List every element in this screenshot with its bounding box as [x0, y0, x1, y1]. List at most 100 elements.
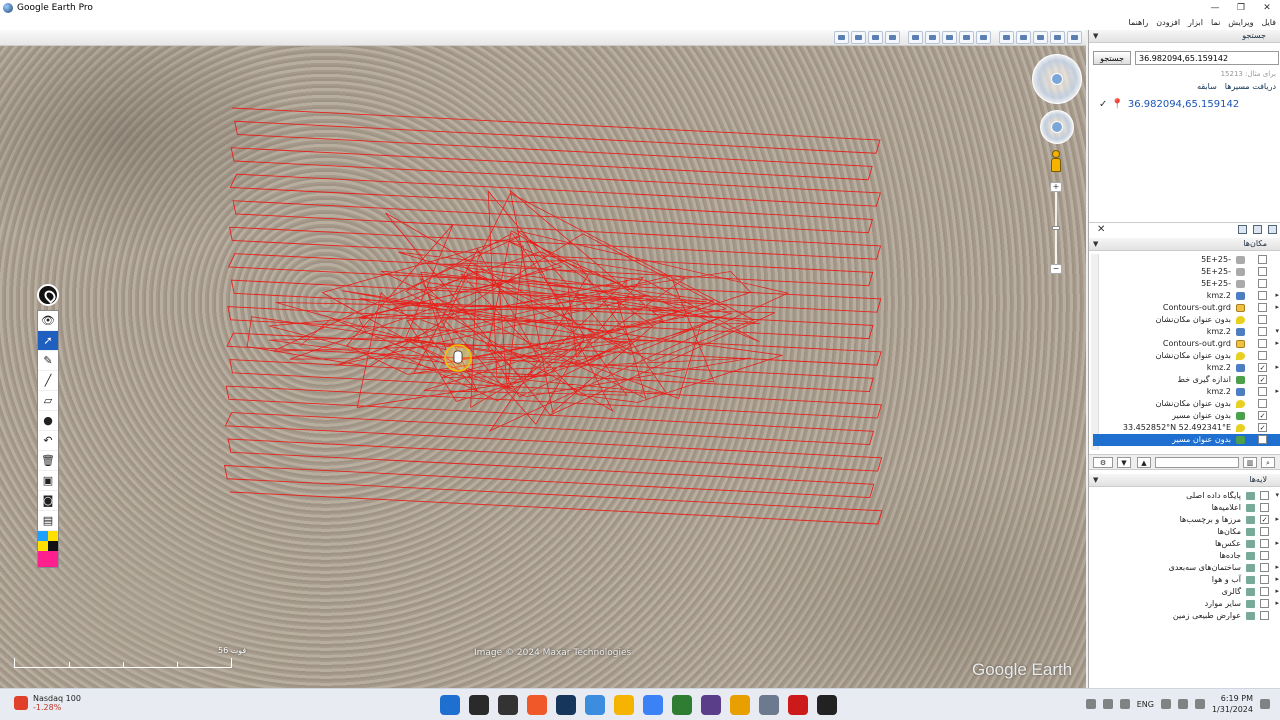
places-item-checkbox[interactable] — [1258, 351, 1267, 360]
move-control[interactable] — [1040, 110, 1074, 144]
look-control[interactable] — [1032, 54, 1082, 104]
expand-icon[interactable]: ▸ — [1275, 575, 1279, 583]
menu-edit[interactable]: ویرایش — [1228, 16, 1253, 30]
palette-pin-icon[interactable] — [37, 284, 59, 306]
pointer-icon[interactable]: ➚ — [38, 331, 58, 351]
layer-checkbox[interactable] — [1260, 563, 1269, 572]
email-icon[interactable] — [1016, 31, 1031, 44]
places-item-checkbox[interactable]: ✓ — [1258, 411, 1267, 420]
places-item-checkbox[interactable] — [1258, 279, 1267, 288]
sunlight-icon[interactable] — [959, 31, 974, 44]
notifications-icon[interactable] — [1260, 699, 1270, 709]
search-input[interactable] — [1135, 51, 1279, 65]
undo-icon[interactable]: ↶ — [38, 431, 58, 451]
places-item-checkbox[interactable]: ✓ — [1258, 423, 1267, 432]
history-link[interactable]: سابقه — [1197, 82, 1217, 91]
add-placemark-icon[interactable] — [851, 31, 866, 44]
menu-tools[interactable]: ابزار — [1188, 16, 1203, 30]
menu-add[interactable]: افزودن — [1156, 16, 1180, 30]
places-tree-item[interactable]: Contours-out.grd ▸ — [1093, 338, 1280, 350]
collapse-layers-icon[interactable]: ▼ — [1093, 476, 1098, 484]
taskbar-app-icon[interactable] — [614, 695, 634, 715]
layer-item[interactable]: مکان‌ها — [1093, 526, 1280, 538]
taskbar-app-icon[interactable] — [440, 695, 460, 715]
layer-item[interactable]: سایر موارد ▸ — [1093, 598, 1280, 610]
expand-icon[interactable]: ▸ — [1275, 387, 1279, 395]
save-image-icon[interactable] — [1050, 31, 1065, 44]
color-swatches[interactable] — [38, 531, 58, 567]
language-indicator[interactable]: ENG — [1137, 700, 1154, 709]
taskbar-app-icon[interactable] — [527, 695, 547, 715]
places-tree-item[interactable]: kmz.2 ✓ ▸ — [1093, 362, 1280, 374]
close-search-results-icon[interactable]: ✕ — [1097, 224, 1105, 235]
taskbar-app-icon[interactable] — [730, 695, 750, 715]
expand-icon[interactable]: ▸ — [1275, 303, 1279, 311]
layer-checkbox[interactable] — [1260, 491, 1269, 500]
wifi-icon[interactable] — [1160, 699, 1171, 709]
volume-icon[interactable] — [1177, 699, 1188, 709]
places-item-checkbox[interactable] — [1258, 399, 1267, 408]
print-icon[interactable] — [1033, 31, 1048, 44]
move-down-icon[interactable]: ▼ — [1117, 457, 1131, 468]
collapse-places-icon[interactable]: ▼ — [1093, 240, 1098, 248]
layer-item[interactable]: عوارض طبیعی زمین — [1093, 610, 1280, 622]
zoom-slider[interactable]: + − — [1050, 182, 1062, 274]
layer-item[interactable]: آب و هوا ▸ — [1093, 574, 1280, 586]
layer-item[interactable]: جاده‌ها — [1093, 550, 1280, 562]
menu-view[interactable]: نما — [1211, 16, 1220, 30]
taskbar-app-icon[interactable] — [498, 695, 518, 715]
minimize-button[interactable]: — — [1202, 0, 1228, 16]
places-tree-item[interactable]: Contours-out.grd ▸ — [1093, 302, 1280, 314]
menu-help[interactable]: راهنما — [1129, 16, 1149, 30]
battery-icon[interactable] — [1194, 699, 1205, 709]
layer-item[interactable]: گالری ▸ — [1093, 586, 1280, 598]
taskbar-app-icon[interactable] — [672, 695, 692, 715]
expand-icon[interactable]: ▸ — [1275, 515, 1279, 523]
add-polygon-icon[interactable] — [868, 31, 883, 44]
clipboard-icon[interactable]: ▤ — [38, 511, 58, 531]
places-tree-item[interactable]: بدون عنوان مکان‌نشان — [1093, 350, 1280, 362]
places-tree-item[interactable]: بدون عنوان مکان‌نشان — [1093, 314, 1280, 326]
add-path-icon[interactable] — [885, 31, 900, 44]
ruler-icon[interactable] — [999, 31, 1014, 44]
taskbar-app-icon[interactable] — [643, 695, 663, 715]
camera-icon[interactable]: ◙ — [38, 491, 58, 511]
places-tree-item[interactable]: kmz.2 ▾ — [1093, 326, 1280, 338]
layer-checkbox[interactable] — [1260, 527, 1269, 536]
layer-item[interactable]: ساختمان‌های سه‌بعدی ▸ — [1093, 562, 1280, 574]
panel-toggle-icon[interactable]: ▥ — [1243, 457, 1257, 468]
view-in-maps-icon[interactable] — [1067, 31, 1082, 44]
places-item-checkbox[interactable] — [1258, 291, 1267, 300]
places-options-icon[interactable]: ⚙ — [1093, 457, 1113, 468]
map-view-icon[interactable] — [1268, 225, 1277, 234]
add-overlay-icon[interactable] — [908, 31, 923, 44]
places-item-checkbox[interactable]: ✓ — [1258, 375, 1267, 384]
places-tree-item[interactable]: 5E+25- — [1093, 266, 1280, 278]
move-up-icon[interactable]: ▲ — [1137, 457, 1151, 468]
places-tree-item[interactable]: 5E+25- — [1093, 278, 1280, 290]
layer-item[interactable]: عکس‌ها ▸ — [1093, 538, 1280, 550]
layer-checkbox[interactable] — [1260, 539, 1269, 548]
microphone-icon[interactable] — [1119, 699, 1130, 709]
places-item-checkbox[interactable] — [1258, 255, 1267, 264]
dot-size-icon[interactable]: ● — [38, 411, 58, 431]
expand-icon[interactable]: ▸ — [1275, 291, 1279, 299]
places-tree-item[interactable]: بدون عنوان مسیر ✓ — [1093, 434, 1280, 446]
screen-icon[interactable]: ▣ — [38, 471, 58, 491]
places-tree-item[interactable]: kmz.2 ▸ — [1093, 290, 1280, 302]
places-item-checkbox[interactable]: ✓ — [1258, 435, 1267, 444]
collapse-search-icon[interactable]: ▼ — [1093, 32, 1098, 40]
layer-item[interactable]: اعلامیه‌ها — [1093, 502, 1280, 514]
places-item-checkbox[interactable] — [1258, 387, 1267, 396]
places-item-checkbox[interactable]: ✓ — [1258, 363, 1267, 372]
layer-checkbox[interactable] — [1260, 503, 1269, 512]
clock[interactable]: 6:19 PM 1/31/2024 — [1212, 693, 1253, 715]
expand-icon[interactable]: ▸ — [1275, 599, 1279, 607]
zoom-in-button[interactable]: + — [1050, 182, 1062, 192]
line-tool-icon[interactable]: ╱ — [38, 371, 58, 391]
taskbar-app-icon[interactable] — [585, 695, 605, 715]
places-tree-item[interactable]: بدون عنوان مسیر ✓ — [1093, 410, 1280, 422]
record-tour-icon[interactable] — [925, 31, 940, 44]
expand-icon[interactable]: ▸ — [1275, 563, 1279, 571]
taskbar-app-icon[interactable] — [759, 695, 779, 715]
